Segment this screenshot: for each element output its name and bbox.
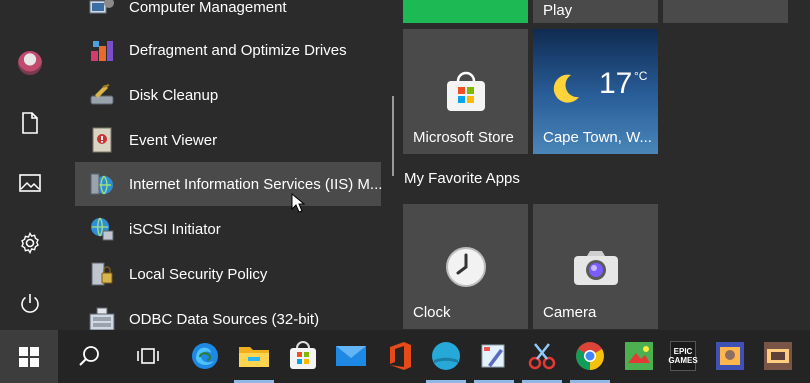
mouse-cursor-icon bbox=[291, 193, 305, 213]
mail-button[interactable] bbox=[334, 339, 368, 373]
list-item-disk-cleanup[interactable]: Disk Cleanup bbox=[75, 73, 381, 117]
web-app-button[interactable] bbox=[429, 339, 463, 373]
game2-icon bbox=[716, 342, 744, 370]
task-view-button[interactable] bbox=[131, 339, 165, 373]
chrome-icon bbox=[576, 342, 604, 370]
edge-icon bbox=[192, 343, 218, 369]
paint-icon bbox=[481, 344, 505, 368]
app-label: Computer Management bbox=[129, 0, 287, 16]
event-viewer-icon bbox=[88, 126, 116, 154]
tile-label: Camera bbox=[543, 304, 597, 321]
search-button[interactable] bbox=[72, 339, 106, 373]
app-label: ODBC Data Sources (32-bit) bbox=[129, 310, 320, 328]
office-icon bbox=[390, 342, 411, 370]
tile-label: Play bbox=[543, 2, 573, 19]
pictures-button[interactable] bbox=[0, 161, 60, 205]
app-label: iSCSI Initiator bbox=[129, 220, 221, 238]
mail-icon bbox=[336, 346, 366, 366]
edge-button[interactable] bbox=[188, 339, 222, 373]
web-icon bbox=[432, 342, 460, 370]
paint-button[interactable] bbox=[477, 339, 511, 373]
documents-button[interactable] bbox=[0, 101, 60, 145]
iscsi-icon bbox=[88, 215, 116, 243]
moon-icon bbox=[553, 74, 579, 103]
game2-button[interactable] bbox=[713, 339, 747, 373]
tile-clock[interactable]: Clock bbox=[403, 204, 528, 329]
defragment-icon bbox=[88, 36, 116, 64]
list-item-defragment[interactable]: Defragment and Optimize Drives bbox=[75, 28, 381, 72]
file-explorer-icon bbox=[239, 347, 269, 367]
camera-icon bbox=[574, 251, 618, 285]
app-label: Defragment and Optimize Drives bbox=[129, 41, 347, 59]
epic-games-button[interactable]: EPIC GAMES bbox=[666, 339, 700, 373]
microsoft-store-icon bbox=[290, 341, 316, 369]
game3-button[interactable] bbox=[761, 339, 795, 373]
document-icon bbox=[22, 112, 38, 134]
settings-button[interactable] bbox=[0, 221, 60, 265]
microsoft-store-taskbar-button[interactable] bbox=[286, 339, 320, 373]
task-view-icon bbox=[137, 348, 159, 364]
tile-empty-slot bbox=[663, 29, 788, 154]
computer-management-icon bbox=[88, 0, 116, 21]
picture-icon bbox=[19, 174, 41, 192]
tile-green[interactable] bbox=[403, 0, 528, 23]
app-label: Event Viewer bbox=[129, 131, 218, 149]
app-list-scrollbar[interactable] bbox=[392, 96, 394, 176]
tile-camera[interactable]: Camera bbox=[533, 204, 658, 329]
microsoft-store-icon bbox=[445, 71, 487, 118]
start-left-rail bbox=[0, 0, 60, 330]
tile-microsoft-store[interactable]: Microsoft Store bbox=[403, 29, 528, 154]
weather-unit: °C bbox=[634, 69, 648, 83]
power-button[interactable] bbox=[0, 281, 60, 325]
tile-label: Microsoft Store bbox=[413, 129, 514, 146]
clock-icon bbox=[446, 247, 486, 287]
snip-icon bbox=[528, 343, 556, 370]
weather-temperature: 17 bbox=[599, 67, 633, 100]
list-item-local-security-policy[interactable]: Local Security Policy bbox=[75, 252, 381, 296]
disk-cleanup-icon bbox=[88, 81, 116, 109]
game-icon bbox=[625, 342, 653, 370]
file-explorer-button[interactable] bbox=[237, 339, 271, 373]
game-button[interactable] bbox=[622, 339, 656, 373]
windows-start-icon bbox=[19, 346, 39, 367]
search-icon bbox=[79, 346, 99, 366]
app-label: Local Security Policy bbox=[129, 265, 268, 283]
tile-weather[interactable]: 17 °C Cape Town, W... bbox=[533, 29, 658, 154]
epic-games-icon: EPIC GAMES bbox=[668, 341, 698, 371]
odbc-icon bbox=[88, 305, 116, 333]
user-account-button[interactable] bbox=[0, 41, 60, 85]
tile-play[interactable]: Play bbox=[533, 0, 658, 23]
app-list: Computer Management Defragment and Optim… bbox=[75, 0, 400, 333]
list-item-iscsi-initiator[interactable]: iSCSI Initiator bbox=[75, 207, 381, 251]
tile-blank[interactable] bbox=[663, 0, 788, 23]
iis-manager-icon bbox=[88, 170, 116, 198]
power-icon bbox=[21, 294, 39, 313]
chrome-button[interactable] bbox=[573, 339, 607, 373]
app-label: Internet Information Services (IIS) M... bbox=[129, 175, 383, 193]
list-item-event-viewer[interactable]: Event Viewer bbox=[75, 118, 381, 162]
group-title[interactable]: My Favorite Apps bbox=[404, 170, 520, 187]
avatar bbox=[18, 51, 42, 75]
snip-button[interactable] bbox=[525, 339, 559, 373]
security-policy-icon bbox=[88, 260, 116, 288]
gear-icon bbox=[21, 232, 39, 254]
weather-city: Cape Town, W... bbox=[543, 129, 652, 146]
list-item-iis-manager[interactable]: Internet Information Services (IIS) M... bbox=[75, 162, 383, 206]
list-item-computer-management[interactable]: Computer Management bbox=[75, 0, 381, 29]
tile-label: Clock bbox=[413, 304, 451, 321]
office-button[interactable] bbox=[383, 339, 417, 373]
app-label: Disk Cleanup bbox=[129, 86, 219, 104]
start-button[interactable] bbox=[0, 330, 58, 383]
taskbar: EPIC GAMES bbox=[0, 330, 810, 383]
game3-icon bbox=[764, 342, 792, 370]
